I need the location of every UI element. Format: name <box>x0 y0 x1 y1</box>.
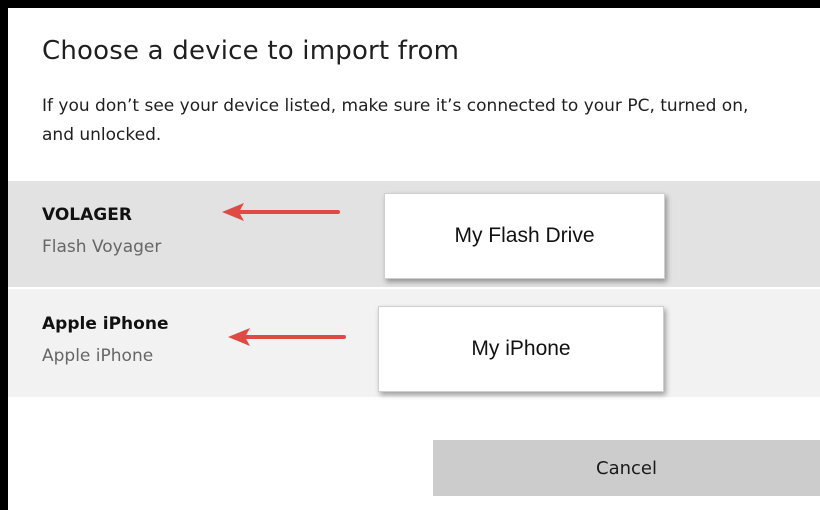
device-row-apple-iphone[interactable]: Apple iPhone Apple iPhone My iPhone <box>8 289 820 397</box>
device-row-volager[interactable]: VOLAGER Flash Voyager My Flash Drive <box>8 181 820 287</box>
cancel-button[interactable]: Cancel <box>433 440 820 496</box>
annotation-label-my-iphone: My iPhone <box>378 306 664 392</box>
device-subtitle: Flash Voyager <box>42 237 162 257</box>
annotation-label-my-flash-drive: My Flash Drive <box>384 193 665 279</box>
red-arrow-left-icon <box>226 325 348 349</box>
dialog-title: Choose a device to import from <box>42 36 460 66</box>
device-name: Apple iPhone <box>42 314 169 334</box>
red-arrow-left-icon <box>220 200 342 224</box>
device-name: VOLAGER <box>42 205 132 225</box>
dialog-message: If you don’t see your device listed, mak… <box>42 96 749 145</box>
device-subtitle: Apple iPhone <box>42 346 154 366</box>
window-left-border <box>0 0 8 510</box>
window-top-border <box>0 0 820 8</box>
